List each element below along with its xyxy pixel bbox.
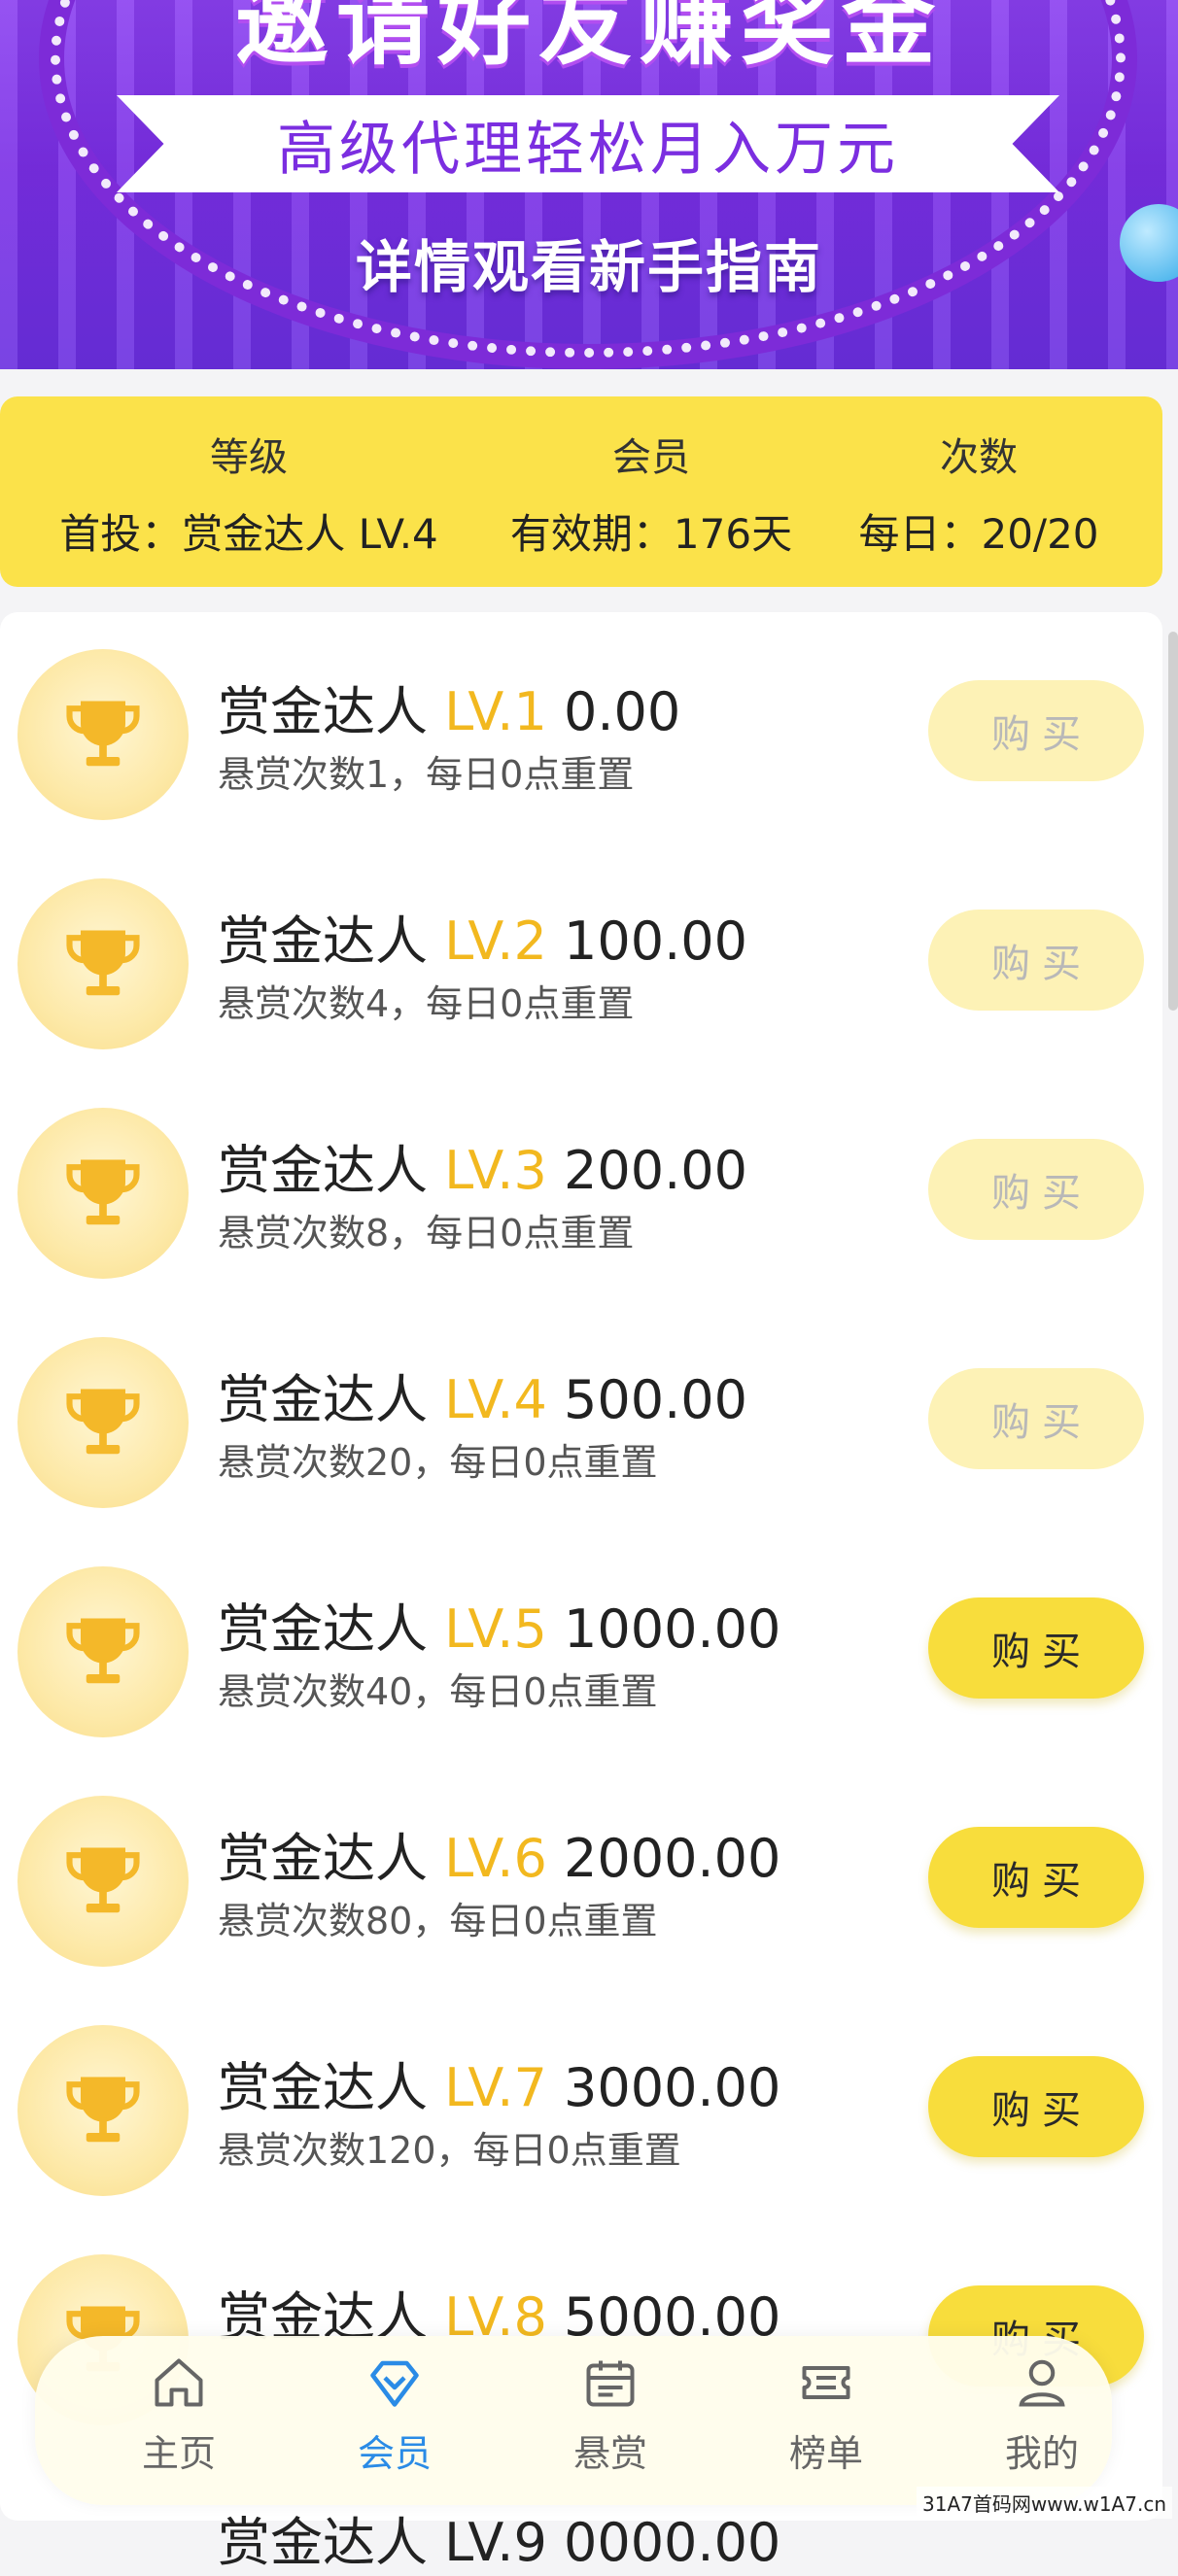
- trophy-icon: [66, 1159, 140, 1225]
- tier-level: LV.6: [444, 1828, 547, 1889]
- tier-description: 悬赏次数120，每日0点重置: [218, 2129, 681, 2172]
- trophy-icon: [66, 2077, 140, 2143]
- summary-count: 次数 每日：20/20: [838, 426, 1120, 561]
- tier-level: LV.1: [444, 681, 547, 742]
- tier-name: 赏金达人: [218, 1140, 428, 1201]
- trophy-badge: [17, 1337, 189, 1508]
- tier-description: 悬赏次数1，每日0点重置: [218, 753, 635, 796]
- nav-item-mine[interactable]: 我的: [954, 2353, 1129, 2477]
- summary-member: 会员 有效期：176天: [486, 426, 816, 561]
- nav-item-member[interactable]: 会员: [307, 2353, 482, 2477]
- tier-price: 500.00: [564, 1369, 747, 1430]
- tier-description: 悬赏次数80，每日0点重置: [218, 1900, 658, 1942]
- tier-price: 1000.00: [564, 1598, 781, 1660]
- trophy-badge: [17, 878, 189, 1049]
- tier-name: 赏金达人: [218, 681, 428, 742]
- summary-member-value: 有效期：176天: [509, 510, 793, 558]
- tier-row: 赏金达人 LV.3 200.00 悬赏次数8，每日0点重置 购买: [0, 1077, 1162, 1306]
- tier-description: 悬赏次数4，每日0点重置: [218, 982, 635, 1025]
- tier-description: 悬赏次数8，每日0点重置: [218, 1212, 635, 1254]
- tier-title: 赏金达人 LV.6 2000.00: [218, 1815, 780, 1892]
- tier-level: LV.7: [444, 2057, 547, 2118]
- summary-level-value: 首投：赏金达人 LV.4: [59, 510, 438, 558]
- membership-summary: 等级 首投：赏金达人 LV.4 会员 有效期：176天 次数 每日：20/20: [0, 396, 1162, 587]
- buy-button[interactable]: 购买: [928, 1368, 1144, 1469]
- buy-button[interactable]: 购买: [928, 1827, 1144, 1928]
- buy-button[interactable]: 购买: [928, 680, 1144, 781]
- tier-row: 赏金达人 LV.6 2000.00 悬赏次数80，每日0点重置 购买: [0, 1765, 1162, 1994]
- calendar-icon: [586, 2360, 635, 2407]
- user-icon: [1019, 2359, 1065, 2407]
- trophy-badge: [17, 1566, 189, 1737]
- watermark: 31A7首码网www.w1A7.cn: [917, 2487, 1172, 2519]
- summary-count-value: 每日：20/20: [858, 510, 1099, 558]
- summary-count-label: 次数: [940, 435, 1018, 480]
- tier-row: 赏金达人 LV.1 0.00 悬赏次数1，每日0点重置 购买: [0, 618, 1162, 847]
- bottom-nav: 主页 会员 悬赏 榜单 我的: [35, 2336, 1112, 2505]
- nav-item-home[interactable]: 主页: [91, 2353, 266, 2477]
- banner-top-text: 邀请好友赚奖金: [235, 0, 943, 78]
- nav-label-member: 会员: [357, 2432, 432, 2475]
- summary-member-label: 会员: [612, 435, 690, 480]
- trophy-badge: [17, 2025, 189, 2196]
- tier-price: 200.00: [564, 1140, 747, 1201]
- nav-label-reward: 悬赏: [572, 2432, 647, 2475]
- trophy-icon: [66, 701, 140, 767]
- tier-description: 悬赏次数40，每日0点重置: [218, 1670, 658, 1713]
- ticket-icon: [802, 2366, 850, 2399]
- diamond-icon: [370, 2360, 419, 2407]
- trophy-badge: [17, 1796, 189, 1967]
- scrollbar[interactable]: [1168, 632, 1178, 1011]
- tier-row: 赏金达人 LV.7 3000.00 悬赏次数120，每日0点重置 购买: [0, 1994, 1162, 2223]
- promo-banner[interactable]: 邀请好友赚奖金 高级代理轻松月入万元 详情观看新手指南: [0, 0, 1178, 369]
- tier-name: 赏金达人: [218, 910, 428, 972]
- banner-subtitle: 高级代理轻松月入万元: [277, 115, 899, 184]
- tier-price: 0.00: [564, 681, 681, 742]
- buy-button[interactable]: 购买: [928, 1139, 1144, 1240]
- tier-title: 赏金达人 LV.2 100.00: [218, 898, 747, 975]
- buy-button[interactable]: 购买: [928, 1597, 1144, 1699]
- tier-row: 赏金达人 LV.2 100.00 悬赏次数4，每日0点重置 购买: [0, 847, 1162, 1077]
- tier-name: 赏金达人: [218, 1828, 428, 1889]
- tier-title: 赏金达人 LV.4 500.00: [218, 1357, 747, 1433]
- nav-label-mine: 我的: [1004, 2432, 1079, 2475]
- nav-label-home: 主页: [141, 2432, 216, 2475]
- nav-item-reward[interactable]: 悬赏: [523, 2353, 698, 2477]
- trophy-badge: [17, 649, 189, 820]
- banner-guide-link[interactable]: 详情观看新手指南: [0, 222, 1178, 303]
- tier-level: LV.3: [444, 1140, 547, 1201]
- tier-title: 赏金达人 LV.1 0.00: [218, 669, 680, 745]
- tier-name: 赏金达人: [218, 2057, 428, 2118]
- tier-name: 赏金达人: [218, 1598, 428, 1660]
- tier-level: LV.5: [444, 1598, 547, 1660]
- tier-name: 赏金达人: [218, 1369, 428, 1430]
- trophy-icon: [66, 930, 140, 996]
- nav-label-ranking: 榜单: [788, 2432, 863, 2475]
- summary-level: 等级 首投：赏金达人 LV.4: [43, 426, 455, 561]
- next-tier-peek: 赏金达人 LV.9 0000.00: [218, 2512, 781, 2573]
- trophy-icon: [66, 1618, 140, 1684]
- tier-title: 赏金达人 LV.3 200.00: [218, 1127, 747, 1204]
- tier-level: LV.4: [444, 1369, 547, 1430]
- trophy-icon: [66, 1847, 140, 1913]
- home-icon: [155, 2358, 203, 2407]
- tier-price: 100.00: [564, 910, 747, 972]
- tier-list[interactable]: 赏金达人 LV.1 0.00 悬赏次数1，每日0点重置 购买 赏金达人 LV.2 10…: [0, 612, 1162, 2521]
- tier-row: 赏金达人 LV.5 1000.00 悬赏次数40，每日0点重置 购买: [0, 1535, 1162, 1765]
- tier-price: 2000.00: [564, 1828, 781, 1889]
- trophy-icon: [66, 1389, 140, 1455]
- banner-ribbon: 高级代理轻松月入万元: [117, 95, 1059, 192]
- tier-price: 3000.00: [564, 2057, 781, 2118]
- tier-title: 赏金达人 LV.7 3000.00: [218, 2044, 780, 2121]
- tier-level: LV.2: [444, 910, 547, 972]
- summary-level-label: 等级: [210, 435, 288, 480]
- tier-title: 赏金达人 LV.5 1000.00: [218, 1586, 780, 1663]
- buy-button[interactable]: 购买: [928, 2056, 1144, 2157]
- tier-row: 赏金达人 LV.4 500.00 悬赏次数20，每日0点重置 购买: [0, 1306, 1162, 1535]
- buy-button[interactable]: 购买: [928, 910, 1144, 1011]
- nav-item-ranking[interactable]: 榜单: [739, 2353, 914, 2477]
- tier-description: 悬赏次数20，每日0点重置: [218, 1441, 658, 1484]
- trophy-badge: [17, 1108, 189, 1279]
